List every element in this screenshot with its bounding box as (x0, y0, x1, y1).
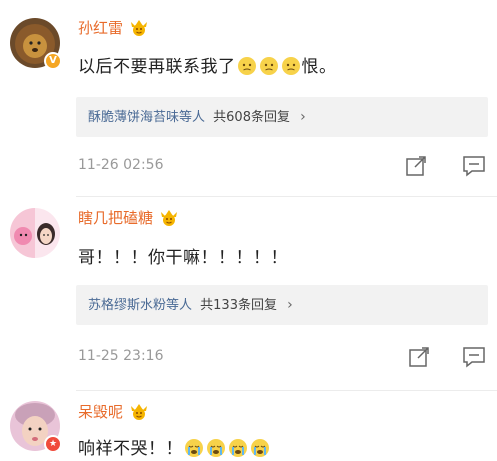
comment-item: 瞎几把磕糖 哥！！！你干嘛！！！！！ 苏格缪斯水粉等人 共133条回复 › 11… (0, 196, 497, 396)
sad-face-emoji-icon (281, 57, 300, 75)
reply-count[interactable]: 共133条回复 (200, 298, 277, 313)
comment-text-suffix: 恨。 (301, 57, 337, 77)
reply-summary[interactable]: 苏格缪斯水粉等人 共133条回复 › (76, 285, 488, 325)
reply-summary[interactable]: 酥脆薄饼海苔味等人 共608条回复 › (76, 97, 488, 137)
crying-face-emoji-icon (229, 439, 247, 457)
comment-item: ★ 呆毁呢 响祥不哭！！ (0, 391, 497, 461)
username-text[interactable]: 呆毁呢 (78, 403, 123, 421)
comment-text-main: 以后不要再联系我了 (78, 57, 236, 77)
reply-count[interactable]: 共608条回复 (213, 110, 290, 125)
chevron-right-icon: › (300, 109, 306, 125)
comment-item: V 孙红雷 以后不要再联系我了 恨。 酥脆薄饼海苔味等人 共608条回复 › 11… (0, 0, 497, 205)
reply-users[interactable]: 苏格缪斯水粉等人 (88, 298, 192, 313)
comment-text: 响祥不哭！！ (78, 434, 271, 459)
username-text[interactable]: 孙红雷 (78, 19, 123, 37)
comment-text: 以后不要再联系我了 恨。 (78, 52, 337, 77)
username[interactable]: 孙红雷 (78, 17, 149, 38)
verified-badge-icon: V (44, 52, 62, 70)
avatar[interactable]: V (10, 18, 62, 70)
timestamp: 11-26 02:56 (78, 157, 164, 173)
username[interactable]: 呆毁呢 (78, 401, 149, 422)
username-text[interactable]: 瞎几把磕糖 (78, 209, 153, 227)
comment-icon[interactable] (462, 346, 486, 368)
avatar[interactable]: ★ (10, 401, 62, 453)
comment-text: 哥！！！你干嘛！！！！！ (78, 248, 288, 268)
crown-face-icon (131, 404, 148, 420)
crying-face-emoji-icon (207, 439, 225, 457)
comment-text-main: 响祥不哭！！ (78, 439, 183, 459)
share-icon[interactable] (405, 155, 427, 177)
star-badge-icon: ★ (44, 435, 62, 453)
chevron-right-icon: › (287, 297, 293, 313)
avatar[interactable] (10, 208, 60, 258)
sad-face-emoji-icon (237, 57, 256, 75)
crying-face-emoji-icon (251, 439, 269, 457)
cartoon-avatar-image (10, 208, 60, 258)
share-icon[interactable] (408, 346, 430, 368)
sad-face-emoji-icon (259, 57, 278, 75)
reply-users[interactable]: 酥脆薄饼海苔味等人 (88, 110, 205, 125)
username[interactable]: 瞎几把磕糖 (78, 207, 179, 228)
comment-icon[interactable] (462, 155, 486, 177)
crown-face-icon (131, 20, 148, 36)
crying-face-emoji-icon (185, 439, 203, 457)
timestamp: 11-25 23:16 (78, 348, 164, 364)
crown-face-icon (161, 210, 178, 226)
